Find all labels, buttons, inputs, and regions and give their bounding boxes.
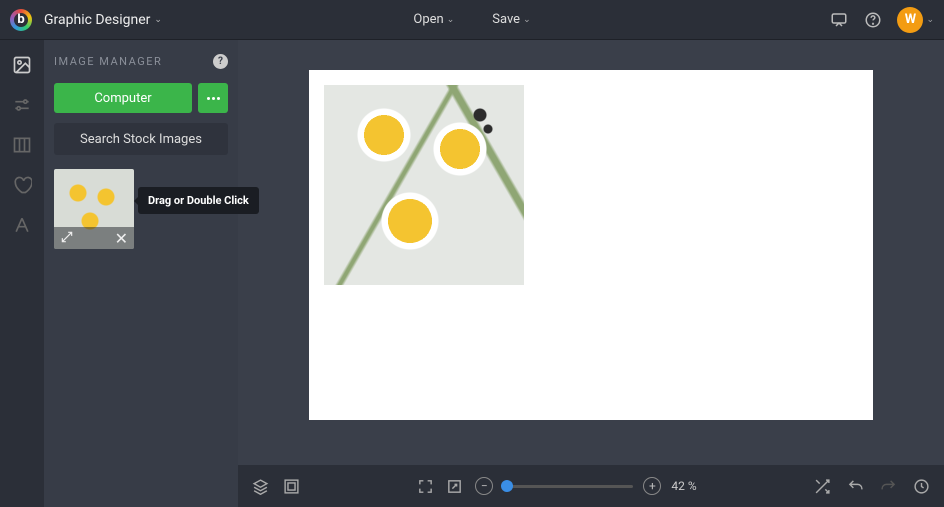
expand-icon[interactable] — [446, 478, 463, 495]
chevron-down-icon: ⌄ — [926, 15, 934, 25]
grid-icon[interactable] — [283, 478, 300, 495]
open-menu[interactable]: Open ⌄ — [403, 6, 464, 33]
chevron-down-icon: ⌄ — [523, 15, 531, 25]
zoom-in-button[interactable]: + — [643, 477, 661, 495]
help-icon[interactable] — [863, 10, 883, 30]
top-right: W ⌄ — [829, 7, 934, 33]
fit-screen-icon[interactable] — [417, 478, 434, 495]
zoom-level: 42 % — [671, 479, 696, 493]
chevron-down-icon: ⌄ — [154, 15, 162, 25]
shuffle-icon[interactable] — [814, 478, 831, 495]
history-icon[interactable] — [913, 478, 930, 495]
avatar: W — [897, 7, 923, 33]
more-options-button[interactable] — [198, 83, 228, 113]
placed-image[interactable] — [324, 85, 524, 285]
image-tool[interactable] — [11, 54, 33, 76]
save-menu[interactable]: Save ⌄ — [482, 6, 540, 33]
user-menu[interactable]: W ⌄ — [897, 7, 934, 33]
project-name: Graphic Designer — [44, 12, 150, 28]
redo-icon[interactable] — [880, 478, 897, 495]
zoom-slider[interactable] — [503, 485, 633, 488]
app-logo[interactable]: b — [10, 9, 32, 31]
chevron-down-icon: ⌄ — [447, 15, 455, 25]
zoom-slider-thumb[interactable] — [501, 480, 513, 492]
panel-title: IMAGE MANAGER — [54, 55, 162, 68]
bottom-bar: − + 42 % — [238, 465, 944, 507]
thumbnail-overlay: ✕ — [54, 227, 134, 249]
canvas-area: − + 42 % — [238, 40, 944, 507]
favorites-tool[interactable] — [11, 174, 33, 196]
comments-icon[interactable] — [829, 10, 849, 30]
columns-tool[interactable] — [11, 134, 33, 156]
adjust-tool[interactable] — [11, 94, 33, 116]
search-stock-button[interactable]: Search Stock Images — [54, 123, 228, 155]
layers-icon[interactable] — [252, 478, 269, 495]
drag-tooltip: Drag or Double Click — [138, 187, 259, 214]
text-tool[interactable] — [11, 214, 33, 236]
remove-thumbnail-icon[interactable]: ✕ — [115, 229, 128, 248]
computer-button[interactable]: Computer — [54, 83, 192, 113]
canvas-viewport[interactable] — [238, 40, 944, 465]
zoom-controls: − + 42 % — [475, 477, 696, 495]
top-bar: b Graphic Designer ⌄ Open ⌄ Save ⌄ W ⌄ — [0, 0, 944, 40]
zoom-out-button[interactable]: − — [475, 477, 493, 495]
image-manager-panel: IMAGE MANAGER ? Computer Search Stock Im… — [44, 40, 238, 507]
tool-strip — [0, 40, 44, 507]
undo-icon[interactable] — [847, 478, 864, 495]
insert-icon[interactable] — [60, 229, 74, 248]
project-dropdown[interactable]: Graphic Designer ⌄ — [44, 12, 162, 28]
top-center-menu: Open ⌄ Save ⌄ — [403, 6, 540, 33]
artboard[interactable] — [309, 70, 873, 420]
panel-help-icon[interactable]: ? — [213, 54, 228, 69]
image-thumbnail[interactable]: ✕ — [54, 169, 134, 249]
